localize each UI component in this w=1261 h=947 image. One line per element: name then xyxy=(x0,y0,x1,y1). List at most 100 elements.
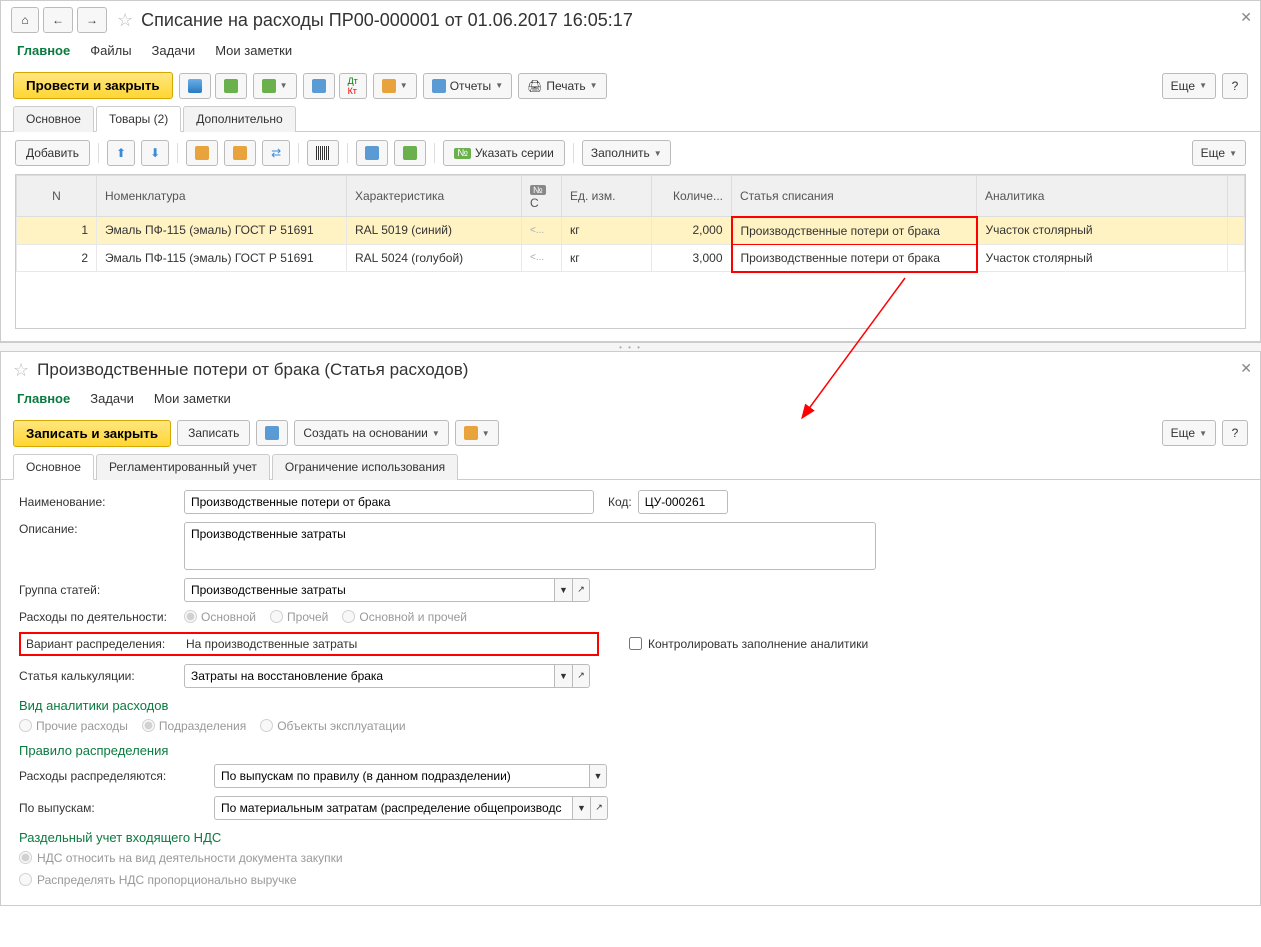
calc-input[interactable] xyxy=(184,664,554,688)
print-button[interactable]: 🖨Печать▼ xyxy=(518,73,606,99)
move-up-button[interactable]: ⬆ xyxy=(107,140,135,166)
favorite-icon[interactable]: ☆ xyxy=(13,360,29,381)
export-button[interactable] xyxy=(394,140,426,166)
back-button[interactable]: ← xyxy=(43,7,73,33)
desc-textarea[interactable] xyxy=(184,522,876,570)
add-button[interactable]: Добавить xyxy=(15,140,90,166)
home-button[interactable]: ⌂ xyxy=(11,7,39,33)
analytics-radio-objects[interactable]: Объекты эксплуатации xyxy=(260,719,405,733)
table-more-button[interactable]: Еще▼ xyxy=(1192,140,1246,166)
subtab-restriction[interactable]: Ограничение использования xyxy=(272,454,458,480)
name-input[interactable] xyxy=(184,490,594,514)
close-icon[interactable]: ✕ xyxy=(1240,9,1252,26)
write-button[interactable]: Записать xyxy=(177,420,250,446)
window-title: Списание на расходы ПР00-000001 от 01.06… xyxy=(141,10,633,31)
dropdown-icon[interactable]: ▼ xyxy=(554,578,572,602)
copy-button[interactable] xyxy=(186,140,218,166)
activity-radio-other[interactable]: Прочей xyxy=(270,610,328,624)
col-extra[interactable] xyxy=(1228,176,1245,217)
activity-radio-group: Основной Прочей Основной и прочей xyxy=(184,610,467,624)
attach-button[interactable]: ▼ xyxy=(253,73,297,99)
col-qty[interactable]: Количе... xyxy=(652,176,732,217)
code-input[interactable] xyxy=(638,490,728,514)
help-button[interactable]: ? xyxy=(1222,73,1248,99)
write-and-close-button[interactable]: Записать и закрыть xyxy=(13,420,171,447)
close-icon[interactable]: ✕ xyxy=(1240,360,1252,377)
col-unit[interactable]: Ед. изм. xyxy=(562,176,652,217)
variant-highlight: Вариант распределения: На производственн… xyxy=(19,632,599,656)
dropdown-icon[interactable]: ▼ xyxy=(554,664,572,688)
tab-notes[interactable]: Мои заметки xyxy=(215,43,292,58)
subtab-goods[interactable]: Товары (2) xyxy=(96,106,181,132)
titlebar: ⌂ ← → ☆ Списание на расходы ПР00-000001 … xyxy=(1,1,1260,37)
dropdown-icon[interactable]: ▼ xyxy=(589,764,607,788)
save-button[interactable] xyxy=(179,73,211,99)
subtab-main[interactable]: Основное xyxy=(13,454,94,480)
favorite-icon[interactable]: ☆ xyxy=(117,10,133,31)
set-series-button[interactable]: №Указать серии xyxy=(443,140,565,166)
subtab-additional[interactable]: Дополнительно xyxy=(183,106,295,132)
vat-header: Раздельный учет входящего НДС xyxy=(19,830,1242,845)
open-icon[interactable]: ↗ xyxy=(572,664,590,688)
analytics-type-header: Вид аналитики расходов xyxy=(19,698,1242,713)
analytics-radio-dept[interactable]: Подразделения xyxy=(142,719,246,733)
dt-kt-button[interactable]: ДтКт xyxy=(339,73,367,99)
col-n[interactable]: N xyxy=(17,176,97,217)
subtab-reg-accounting[interactable]: Регламентированный учет xyxy=(96,454,270,480)
col-analytics[interactable]: Аналитика xyxy=(977,176,1228,217)
dist-label: Расходы распределяются: xyxy=(19,769,214,783)
import-button[interactable] xyxy=(356,140,388,166)
tab-notes[interactable]: Мои заметки xyxy=(154,391,231,406)
activity-radio-main[interactable]: Основной xyxy=(184,610,256,624)
vat-radio-doc[interactable]: НДС относить на вид деятельности докумен… xyxy=(19,851,343,865)
post-and-close-button[interactable]: Провести и закрыть xyxy=(13,72,173,99)
tab-main[interactable]: Главное xyxy=(17,391,70,406)
name-label: Наименование: xyxy=(19,495,184,509)
forward-button[interactable]: → xyxy=(77,7,107,33)
post-button[interactable] xyxy=(215,73,247,99)
col-writeoff[interactable]: Статья списания xyxy=(732,176,977,217)
table-row[interactable]: 2 Эмаль ПФ-115 (эмаль) ГОСТ Р 51691 RAL … xyxy=(17,244,1245,272)
attach-button[interactable]: ▼ xyxy=(455,420,499,446)
help-button[interactable]: ? xyxy=(1222,420,1248,446)
byout-input[interactable] xyxy=(214,796,572,820)
toolbar: Провести и закрыть ▼ ДтКт ▼ Отчеты▼ 🖨Печ… xyxy=(1,66,1260,105)
more-button[interactable]: Еще▼ xyxy=(1162,420,1216,446)
analytics-radio-other[interactable]: Прочие расходы xyxy=(19,719,128,733)
group-input[interactable] xyxy=(184,578,554,602)
create-based-button[interactable]: ▼ xyxy=(373,73,417,99)
move-down-button[interactable]: ⬇ xyxy=(141,140,169,166)
more-button[interactable]: Еще▼ xyxy=(1162,73,1216,99)
splitter[interactable]: • • • xyxy=(0,342,1261,352)
form-area: Наименование: Код: Описание: Группа стат… xyxy=(1,480,1260,905)
analytics-radio-group: Прочие расходы Подразделения Объекты экс… xyxy=(19,719,406,733)
barcode-button[interactable] xyxy=(307,140,339,166)
paste-button[interactable] xyxy=(224,140,256,166)
vat-radio-revenue[interactable]: Распределять НДС пропорционально выручке xyxy=(19,873,297,887)
tab-files[interactable]: Файлы xyxy=(90,43,131,58)
writeoff-cell-highlight: Производственные потери от брака xyxy=(732,217,977,245)
group-label: Группа статей: xyxy=(19,583,184,597)
tab-tasks[interactable]: Задачи xyxy=(152,43,196,58)
control-checkbox[interactable] xyxy=(629,637,642,650)
open-icon[interactable]: ↗ xyxy=(572,578,590,602)
list-button[interactable] xyxy=(256,420,288,446)
activity-radio-both[interactable]: Основной и прочей xyxy=(342,610,467,624)
share-button[interactable]: ⇄ xyxy=(262,140,290,166)
tab-main[interactable]: Главное xyxy=(17,43,70,58)
bottom-sub-tabs: Основное Регламентированный учет Огранич… xyxy=(1,453,1260,480)
dropdown-icon[interactable]: ▼ xyxy=(572,796,590,820)
dist-input[interactable] xyxy=(214,764,589,788)
variant-value: На производственные затраты xyxy=(186,637,357,651)
table-row[interactable]: 1 Эмаль ПФ-115 (эмаль) ГОСТ Р 51691 RAL … xyxy=(17,217,1245,245)
fill-button[interactable]: Заполнить▼ xyxy=(582,140,671,166)
tab-tasks[interactable]: Задачи xyxy=(90,391,134,406)
subtab-main[interactable]: Основное xyxy=(13,106,94,132)
open-icon[interactable]: ↗ xyxy=(590,796,608,820)
col-characteristic[interactable]: Характеристика xyxy=(347,176,522,217)
structure-button[interactable] xyxy=(303,73,335,99)
col-nomenclature[interactable]: Номенклатура xyxy=(97,176,347,217)
reports-button[interactable]: Отчеты▼ xyxy=(423,73,512,99)
create-based-on-button[interactable]: Создать на основании▼ xyxy=(294,420,448,446)
col-series[interactable]: № С xyxy=(522,176,562,217)
